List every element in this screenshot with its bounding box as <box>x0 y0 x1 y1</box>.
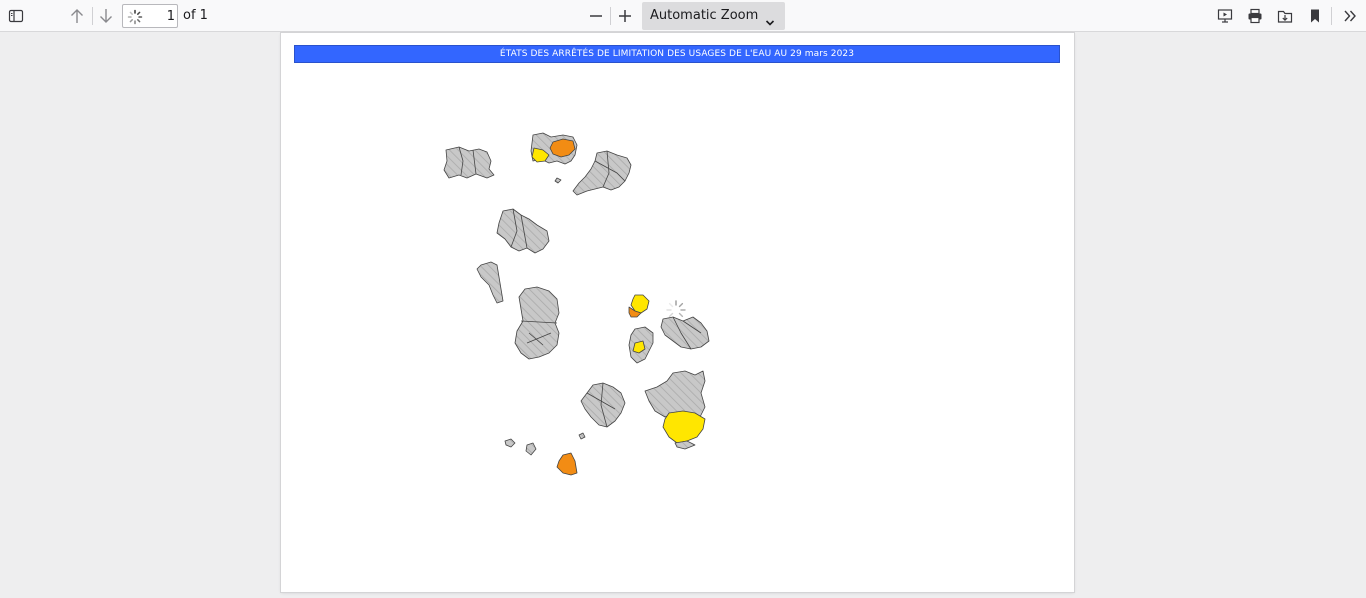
map-zone <box>572 150 632 196</box>
sidebar-toggle-icon <box>8 8 24 24</box>
previous-page-button[interactable] <box>65 4 89 28</box>
page-number-input[interactable] <box>145 7 175 25</box>
zoom-in-icon <box>617 8 633 24</box>
previous-page-icon <box>69 8 85 24</box>
map-zone-vigilance <box>662 410 706 444</box>
chevron-down-icon <box>765 12 775 31</box>
zoom-out-icon <box>588 8 604 24</box>
map-zone <box>496 208 550 254</box>
map-zone <box>674 440 696 450</box>
zoom-out-button[interactable] <box>584 4 608 28</box>
map-zone <box>525 442 537 456</box>
print-button[interactable] <box>1243 4 1267 28</box>
map-zone <box>578 432 586 440</box>
map-zone <box>443 146 495 179</box>
document-viewer[interactable]: ÉTATS DES ARRÊTÉS DE LIMITATION DES USAG… <box>0 33 1366 598</box>
page-number-field[interactable] <box>122 4 178 28</box>
page-loading-spinner-icon <box>665 299 687 325</box>
page-count-label: of 1 <box>183 8 208 23</box>
zoom-in-button[interactable] <box>613 4 637 28</box>
map-zone <box>554 177 562 184</box>
pdf-toolbar: of 1 Automatic Zoom <box>0 0 1366 32</box>
presentation-mode-button[interactable] <box>1213 4 1237 28</box>
sidebar-toggle-button[interactable] <box>4 4 28 28</box>
map-zone <box>476 261 504 304</box>
open-file-button[interactable] <box>1273 4 1297 28</box>
toolbar-separator <box>1331 7 1332 25</box>
map-zone <box>504 438 516 448</box>
pdf-page: ÉTATS DES ARRÊTÉS DE LIMITATION DES USAG… <box>281 33 1074 592</box>
open-file-icon <box>1277 8 1293 24</box>
next-page-button[interactable] <box>94 4 118 28</box>
presentation-mode-icon <box>1217 8 1233 24</box>
bookmark-icon <box>1307 8 1323 24</box>
toolbar-separator <box>610 7 611 25</box>
bookmark-button[interactable] <box>1303 4 1327 28</box>
zoom-select-value: Automatic Zoom <box>650 8 759 23</box>
toolbar-separator <box>92 7 93 25</box>
map-zone <box>580 382 626 428</box>
loading-spinner-icon <box>127 9 143 29</box>
zoom-select[interactable]: Automatic Zoom <box>642 2 785 30</box>
print-icon <box>1247 8 1263 24</box>
map-zone-alerte <box>556 452 578 476</box>
tools-menu-icon <box>1342 8 1358 24</box>
next-page-icon <box>98 8 114 24</box>
tools-menu-button[interactable] <box>1338 4 1362 28</box>
